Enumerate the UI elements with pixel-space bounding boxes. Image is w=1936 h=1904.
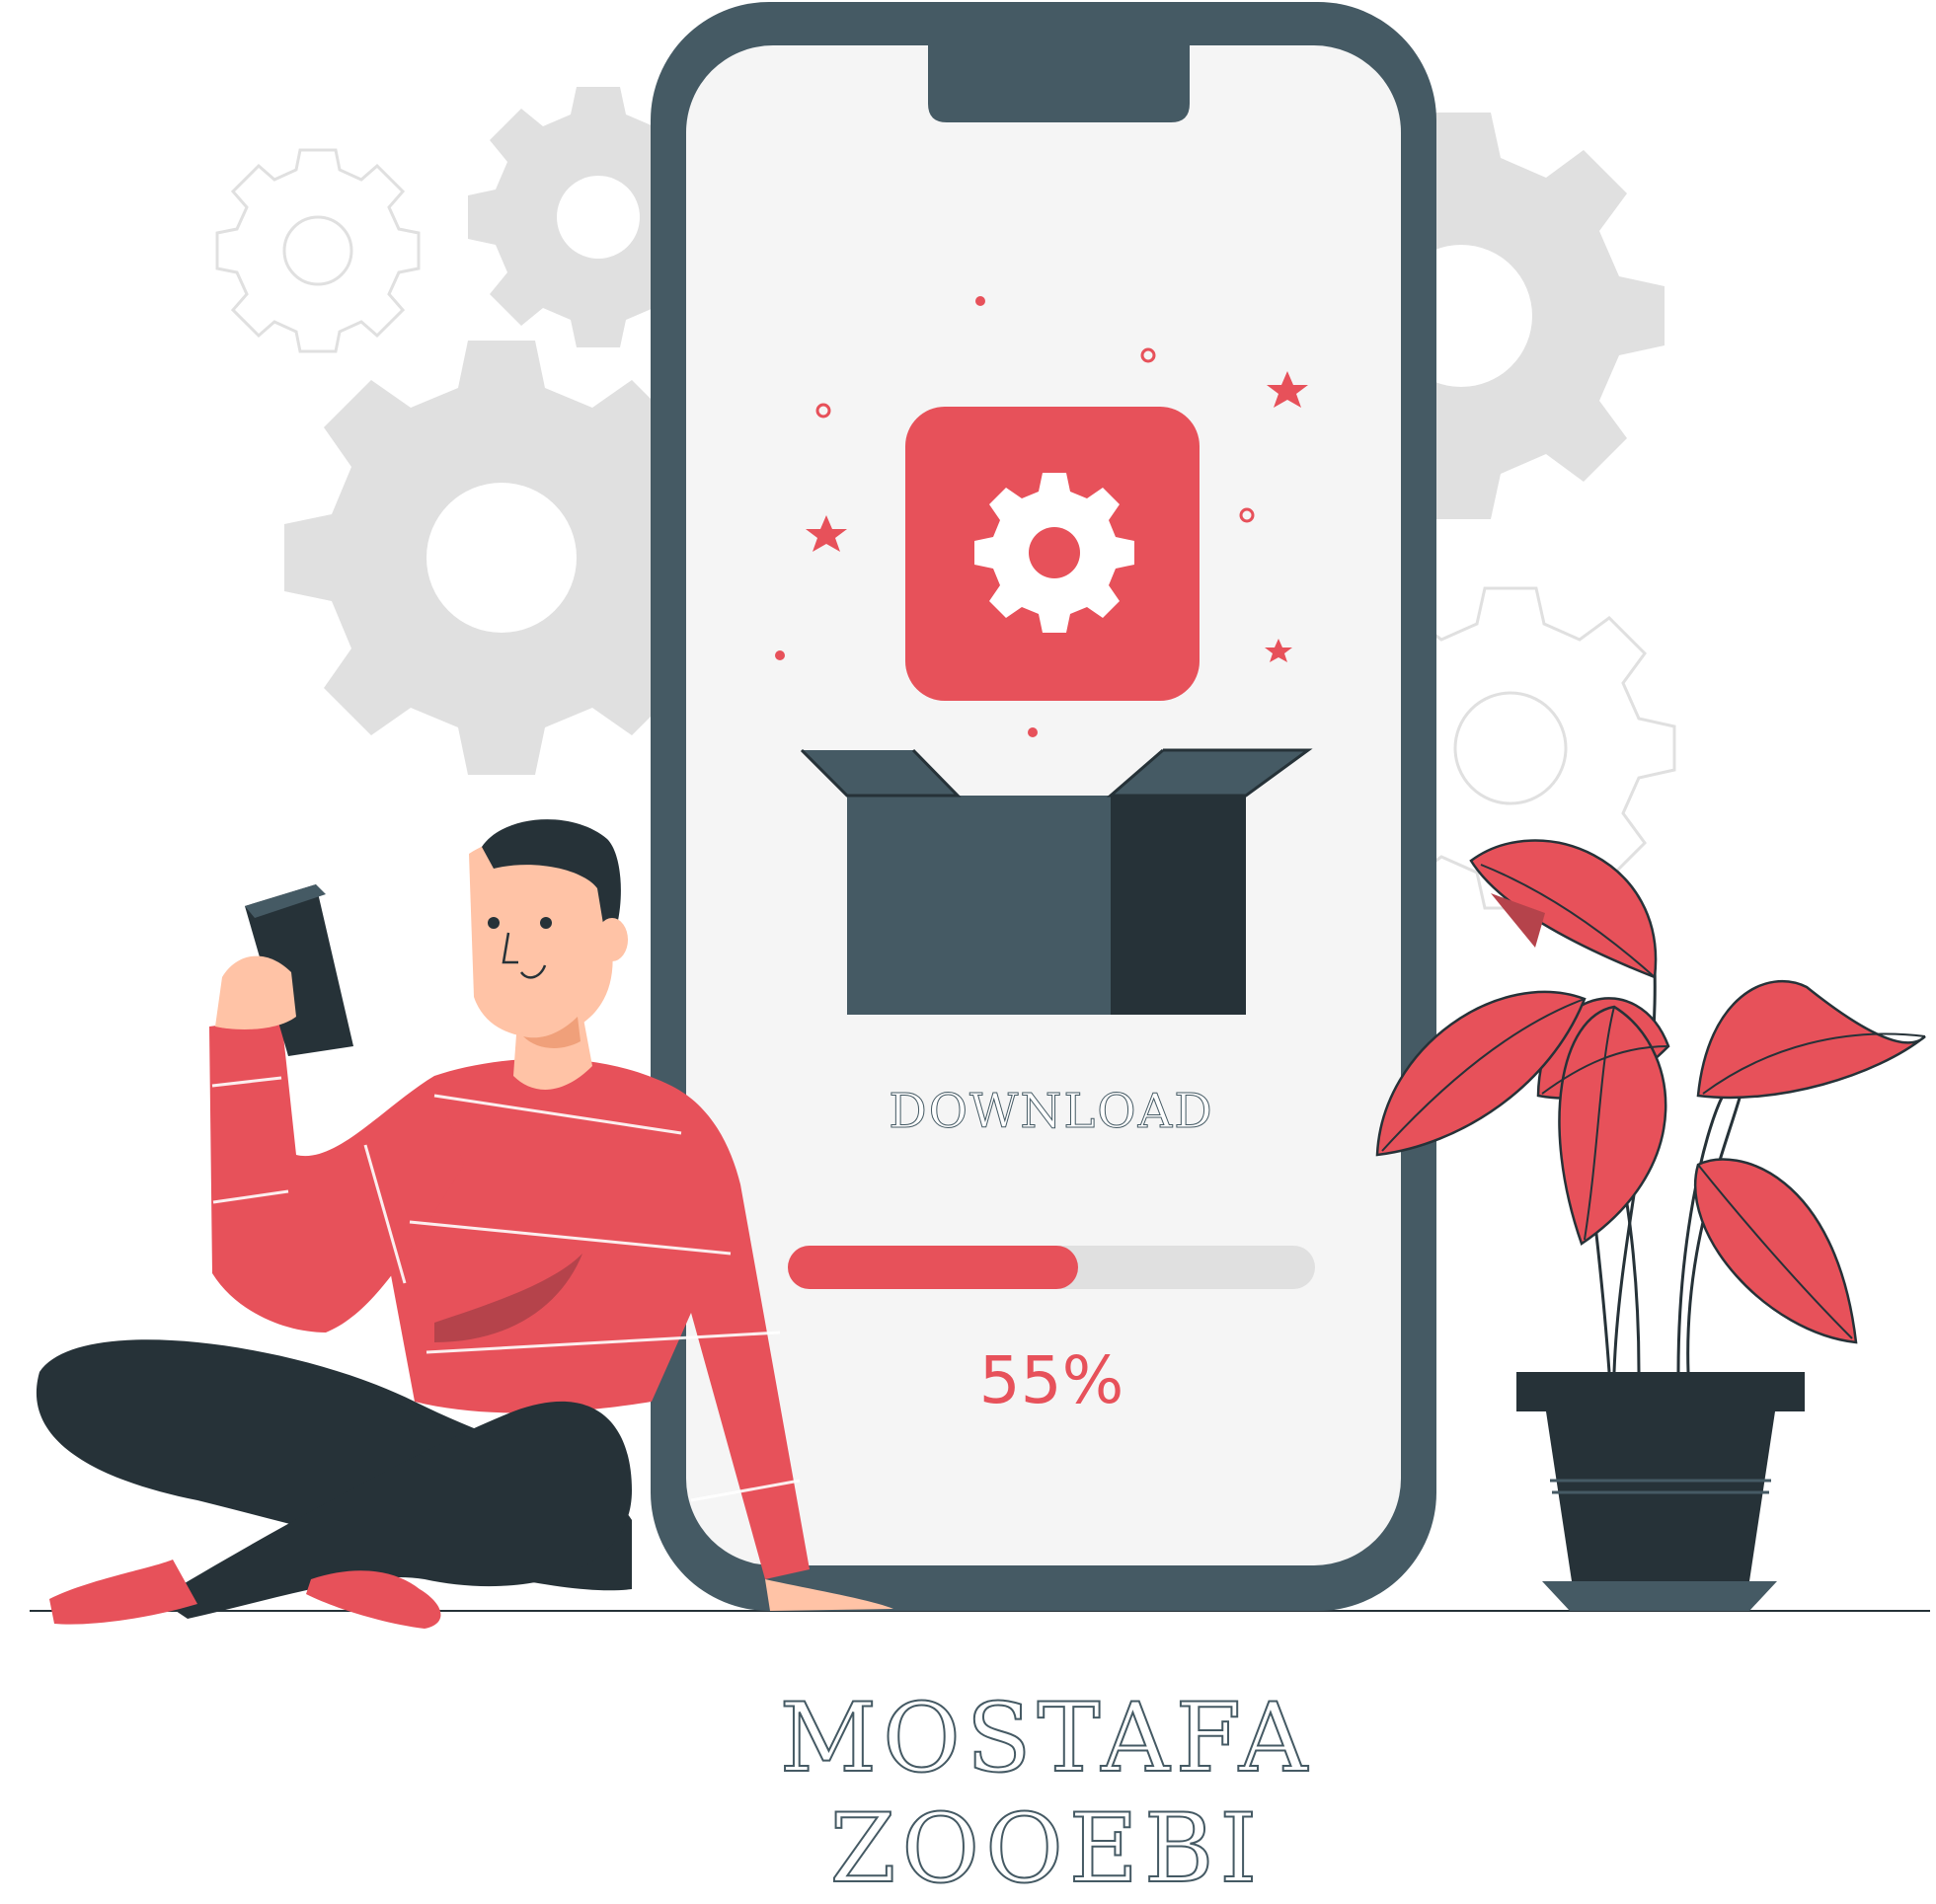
progress-fill [788,1246,1078,1289]
illustration [0,0,1936,1788]
gear-icon-outline-left [215,148,421,353]
leaf [1696,979,1926,1100]
leaf [1558,1005,1667,1246]
shoe [49,1560,197,1625]
leaf [1694,1158,1858,1344]
author-signature: MOSTAFA ZOOEBI [779,1682,1314,1904]
plant [1375,839,1926,1611]
shoe [306,1570,441,1629]
progress-percent: 55% [978,1342,1124,1418]
phone-notch [928,45,1190,122]
download-label: DOWNLOAD [889,1084,1214,1140]
gear-icon [905,407,1200,701]
